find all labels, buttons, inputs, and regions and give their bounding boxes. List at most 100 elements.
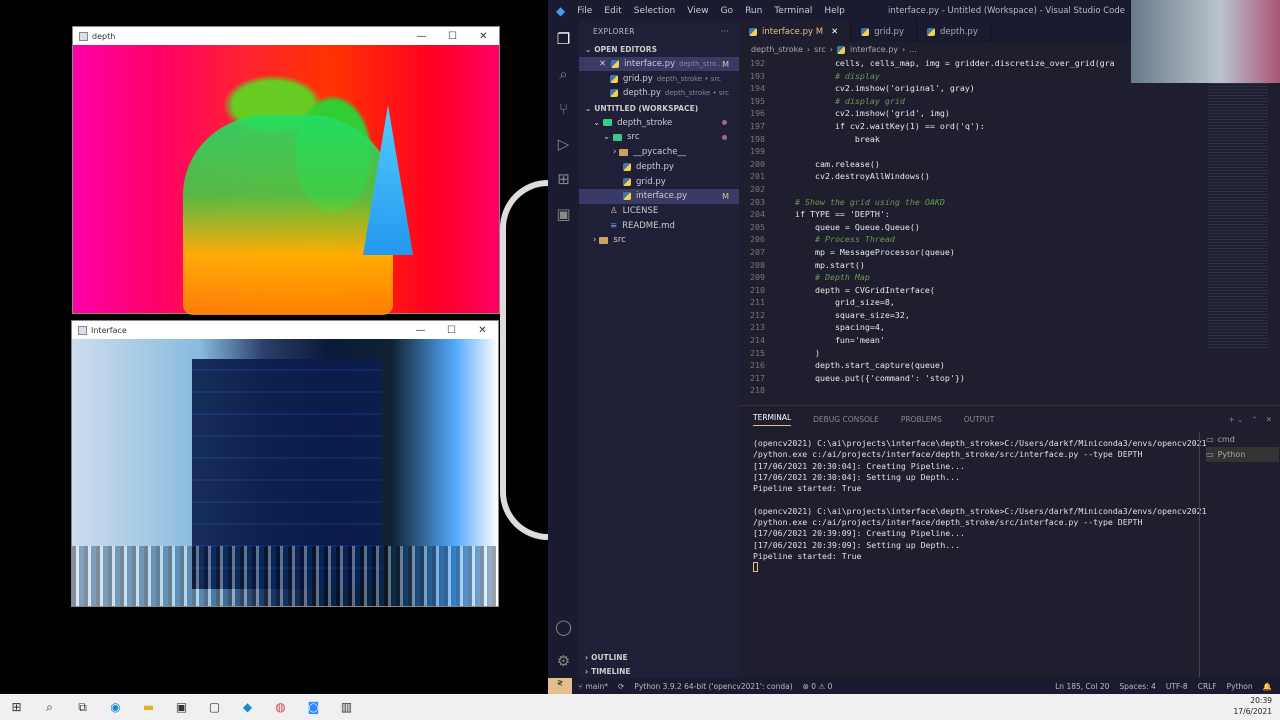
depth-window-titlebar[interactable]: depth — ☐ ✕	[73, 27, 499, 45]
tree-file[interactable]: ≡ README.md	[579, 218, 739, 233]
sync-icon[interactable]: ⟳	[618, 682, 624, 691]
extensions-icon[interactable]: ⊞	[548, 161, 579, 196]
menu-file[interactable]: File	[577, 6, 592, 16]
menu-run[interactable]: Run	[745, 6, 762, 16]
tab-output[interactable]: OUTPUT	[964, 415, 995, 424]
tab-terminal[interactable]: TERMINAL	[753, 413, 792, 426]
breadcrumb-item[interactable]: depth_stroke	[751, 45, 803, 54]
code-line[interactable]: 210 depth = CVGridInterface(	[739, 284, 1280, 297]
interface-window-titlebar[interactable]: Interface — ☐ ✕	[72, 321, 498, 339]
close-icon[interactable]: ✕	[831, 27, 838, 37]
tree-file[interactable]: ♙ LICENSE	[579, 204, 739, 219]
tree-folder[interactable]: › __pycache__	[579, 145, 739, 160]
code-line[interactable]: 206 # Process Thread	[739, 233, 1280, 246]
breadcrumb-item[interactable]: src	[814, 45, 826, 54]
maximize-panel-icon[interactable]: ⌃	[1251, 415, 1257, 424]
code-line[interactable]: 216 depth.start_capture(queue)	[739, 359, 1280, 372]
open-editor-item[interactable]: ✕ interface.py depth_stro... M	[579, 56, 739, 72]
tree-file[interactable]: grid.py	[579, 174, 739, 189]
timeline-header[interactable]: › TIMELINE	[579, 664, 739, 679]
code-line[interactable]: 199	[739, 145, 1280, 158]
tree-file[interactable]: interface.py M	[579, 188, 739, 204]
search-icon[interactable]: ⌕	[548, 56, 579, 91]
minimap[interactable]	[1208, 80, 1268, 350]
open-editors-header[interactable]: ⌄ OPEN EDITORS	[579, 42, 739, 57]
vscode-taskbar-icon[interactable]: ◆	[231, 694, 264, 720]
language-mode[interactable]: Python	[1227, 682, 1253, 691]
task-view-icon[interactable]: ⧉	[66, 694, 99, 720]
terminal-app-icon[interactable]: ▣	[165, 694, 198, 720]
code-line[interactable]: 203 # Show the grid using the OAKD	[739, 196, 1280, 209]
interface-window[interactable]: Interface — ☐ ✕	[71, 320, 499, 607]
tree-file[interactable]: depth.py	[579, 160, 739, 175]
run-debug-icon[interactable]: ▷	[548, 126, 579, 161]
terminal-output[interactable]: (opencv2021) C:\ai\projects\interface\de…	[753, 438, 1207, 574]
problems-count[interactable]: ⊗ 0 ⚠ 0	[803, 682, 833, 691]
notifications-icon[interactable]: 🔔	[1263, 682, 1272, 691]
menu-terminal[interactable]: Terminal	[774, 6, 812, 16]
menu-selection[interactable]: Selection	[634, 6, 675, 16]
close-panel-icon[interactable]: ✕	[1266, 415, 1272, 424]
account-icon[interactable]: ◯	[548, 609, 579, 644]
tree-folder[interactable]: ⌄ depth_stroke	[579, 115, 739, 130]
line-ending[interactable]: CRLF	[1198, 682, 1217, 691]
git-branch[interactable]: main*	[586, 682, 609, 691]
tab-problems[interactable]: PROBLEMS	[901, 415, 942, 424]
edge-browser-icon[interactable]: ◉	[99, 694, 132, 720]
code-line[interactable]: 196 cv2.imshow('grid', img)	[739, 107, 1280, 120]
explorer-icon[interactable]: ❐	[548, 21, 579, 56]
maximize-button[interactable]: ☐	[437, 31, 468, 42]
code-line[interactable]: 215 )	[739, 347, 1280, 360]
code-line[interactable]: 201 cv2.destroyAllWindows()	[739, 170, 1280, 183]
python-interpreter[interactable]: Python 3.9.2 64-bit ('opencv2021': conda…	[634, 682, 792, 691]
menu-go[interactable]: Go	[721, 6, 733, 16]
code-line[interactable]: 213 spacing=4,	[739, 321, 1280, 334]
code-line[interactable]: 202	[739, 183, 1280, 196]
new-terminal-icon[interactable]: + ⌄	[1228, 415, 1243, 424]
search-icon[interactable]: ⌕	[33, 694, 66, 720]
code-line[interactable]: 200 cam.release()	[739, 158, 1280, 171]
remote-explorer-icon[interactable]: ▣	[548, 196, 579, 231]
menu-help[interactable]: Help	[824, 6, 845, 16]
app-window-icon[interactable]: ▢	[198, 694, 231, 720]
code-line[interactable]: 207 mp = MessageProcessor(queue)	[739, 246, 1280, 259]
workspace-header[interactable]: ⌄ UNTITLED (WORKSPACE)	[579, 101, 739, 116]
vscode-window[interactable]: ◆ File Edit Selection View Go Run Termin…	[548, 0, 1280, 694]
code-line[interactable]: 205 queue = Queue.Queue()	[739, 221, 1280, 234]
zoom-icon[interactable]: ◙	[297, 694, 330, 720]
tab-depth-py[interactable]: depth.py	[917, 21, 991, 42]
code-line[interactable]: 218	[739, 384, 1280, 397]
close-button[interactable]: ✕	[467, 325, 498, 336]
depth-window[interactable]: depth — ☐ ✕	[72, 26, 500, 315]
close-button[interactable]: ✕	[468, 31, 499, 42]
menu-view[interactable]: View	[687, 6, 708, 16]
file-explorer-icon[interactable]: ▬	[132, 694, 165, 720]
minimize-button[interactable]: —	[405, 325, 436, 336]
chrome-icon[interactable]: ◍	[264, 694, 297, 720]
code-line[interactable]: 197 if cv2.waitKey(1) == ord('q'):	[739, 120, 1280, 133]
code-line[interactable]: 208 mp.start()	[739, 259, 1280, 272]
code-line[interactable]: 214 fun='mean'	[739, 334, 1280, 347]
python-window-icon[interactable]: ▥	[330, 694, 363, 720]
indentation[interactable]: Spaces: 4	[1119, 682, 1155, 691]
tab-grid-py[interactable]: grid.py	[851, 21, 917, 42]
more-actions-icon[interactable]: ···	[721, 27, 729, 36]
cursor-position[interactable]: Ln 185, Col 20	[1055, 682, 1109, 691]
taskbar-clock[interactable]: 20:39 17/6/2021	[1234, 695, 1272, 717]
terminal-list-item[interactable]: ▭ Python	[1206, 447, 1279, 462]
encoding[interactable]: UTF-8	[1166, 682, 1188, 691]
tree-folder[interactable]: › src	[579, 233, 739, 248]
outline-header[interactable]: › OUTLINE	[579, 650, 739, 665]
close-icon[interactable]: ✕	[599, 59, 606, 69]
open-editor-item[interactable]: depth.py depth_stroke • src	[579, 86, 739, 101]
code-line[interactable]: 209 # Depth Map	[739, 271, 1280, 284]
code-line[interactable]: 204 if TYPE == 'DEPTH':	[739, 208, 1280, 221]
minimize-button[interactable]: —	[406, 31, 437, 42]
open-editor-item[interactable]: grid.py depth_stroke • src	[579, 71, 739, 86]
menu-edit[interactable]: Edit	[604, 6, 621, 16]
code-editor[interactable]: 192 cells, cells_map, img = gridder.disc…	[739, 57, 1280, 405]
terminal-list-item[interactable]: ▭ cmd	[1206, 432, 1279, 447]
settings-gear-icon[interactable]: ⚙	[548, 643, 579, 678]
tree-folder[interactable]: ⌄ src	[579, 130, 739, 145]
breadcrumb-item[interactable]: interface.py	[850, 45, 898, 54]
